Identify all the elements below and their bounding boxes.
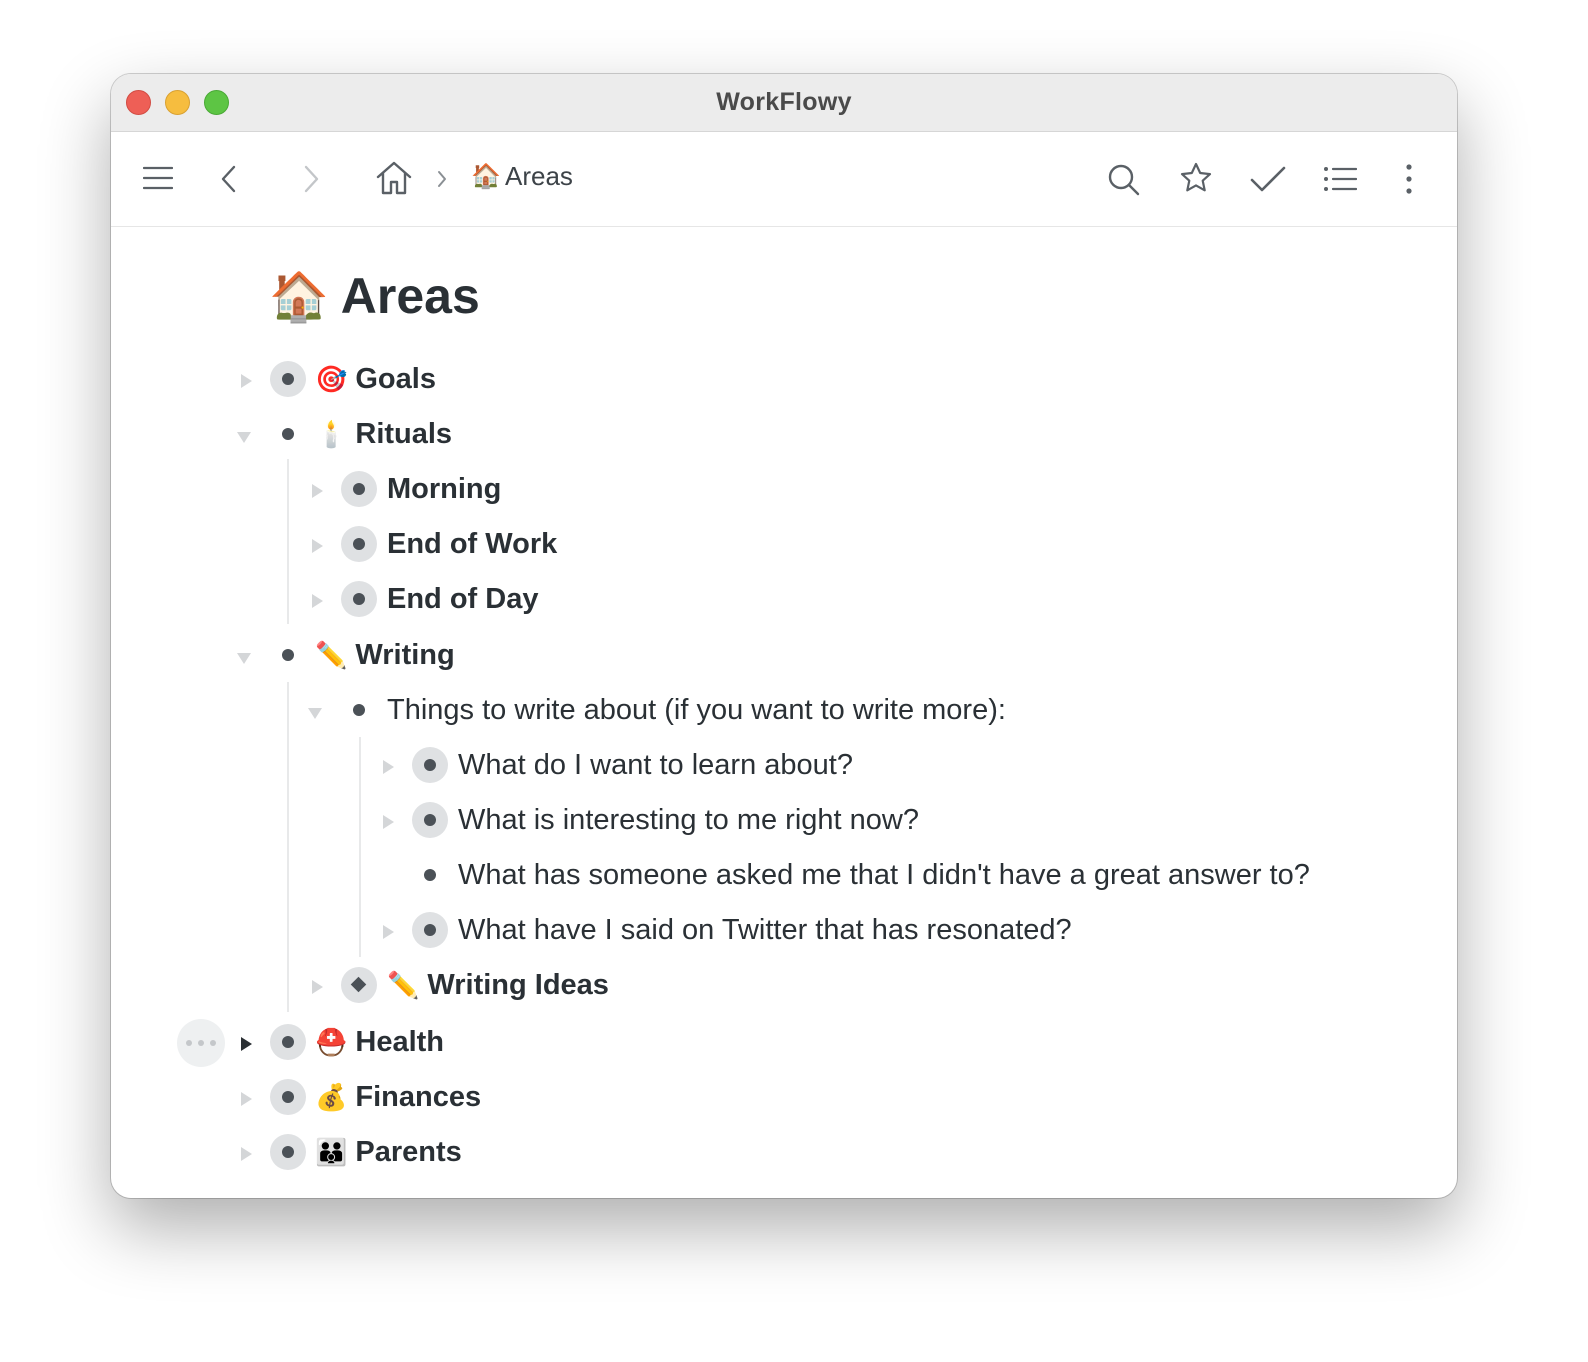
target-icon: 🎯 xyxy=(315,364,348,394)
list-view-icon[interactable] xyxy=(1323,166,1357,192)
helmet-icon: ⛑️ xyxy=(315,1027,348,1057)
list-item-goals[interactable]: 🎯 Goals xyxy=(111,357,1457,407)
back-icon[interactable] xyxy=(219,164,239,194)
diamond-bullet-icon[interactable] xyxy=(341,967,377,1003)
item-label[interactable]: End of Work xyxy=(387,526,557,562)
menu-icon[interactable] xyxy=(143,166,173,190)
home-icon[interactable] xyxy=(375,160,413,196)
page-title-text: Areas xyxy=(340,268,480,324)
breadcrumb-house-icon: 🏠 xyxy=(471,163,501,190)
list-item-morning[interactable]: Morning xyxy=(111,467,1457,517)
bullet-icon[interactable] xyxy=(412,857,448,893)
window-title: WorkFlowy xyxy=(716,88,852,116)
expand-arrow-icon[interactable] xyxy=(383,760,394,774)
list-item-finances[interactable]: 💰 Finances xyxy=(111,1075,1457,1125)
list-item-interesting-now[interactable]: What is interesting to me right now? xyxy=(111,798,1457,848)
toolbar: 🏠 Areas xyxy=(111,132,1457,227)
item-label[interactable]: ✏️ Writing Ideas xyxy=(387,967,609,1003)
house-icon: 🏠 xyxy=(269,271,329,324)
bullet-icon[interactable] xyxy=(412,747,448,783)
item-label[interactable]: 🎯 Goals xyxy=(315,361,436,397)
breadcrumb-current[interactable]: Areas xyxy=(505,161,573,192)
breadcrumb-separator-icon xyxy=(438,171,446,187)
forward-icon[interactable] xyxy=(301,164,321,194)
page-title[interactable]: 🏠 Areas xyxy=(269,267,480,325)
item-label[interactable]: 💰 Finances xyxy=(315,1079,481,1115)
list-item-writing[interactable]: ✏️ Writing xyxy=(111,633,1457,683)
item-label[interactable]: What do I want to learn about? xyxy=(458,747,853,783)
list-item-writing-ideas[interactable]: ✏️ Writing Ideas xyxy=(111,963,1457,1013)
item-label[interactable]: What is interesting to me right now? xyxy=(458,802,919,838)
search-icon[interactable] xyxy=(1107,163,1141,197)
list-item-end-of-day[interactable]: End of Day xyxy=(111,577,1457,627)
item-label[interactable]: ✏️ Writing xyxy=(315,637,455,673)
bullet-icon[interactable] xyxy=(270,1134,306,1170)
list-item-someone-asked[interactable]: What has someone asked me that I didn't … xyxy=(111,853,1457,903)
expand-arrow-icon[interactable] xyxy=(241,1092,252,1106)
expand-arrow-icon[interactable] xyxy=(383,925,394,939)
list-item-rituals[interactable]: 🕯️ Rituals xyxy=(111,412,1457,462)
bullet-icon[interactable] xyxy=(341,581,377,617)
expand-arrow-icon[interactable] xyxy=(312,484,323,498)
bullet-icon[interactable] xyxy=(412,802,448,838)
item-label[interactable]: Morning xyxy=(387,471,501,507)
expand-arrow-icon[interactable] xyxy=(241,374,252,388)
list-item-learn-about[interactable]: What do I want to learn about? xyxy=(111,743,1457,793)
item-label[interactable]: End of Day xyxy=(387,581,538,617)
bullet-icon[interactable] xyxy=(270,1024,306,1060)
list-item-parents[interactable]: 👪 Parents xyxy=(111,1130,1457,1180)
expand-arrow-icon[interactable] xyxy=(241,1147,252,1161)
item-label[interactable]: 🕯️ Rituals xyxy=(315,416,452,452)
expand-arrow-icon[interactable] xyxy=(383,815,394,829)
item-label[interactable]: Things to write about (if you want to wr… xyxy=(387,692,1006,728)
list-item-end-of-work[interactable]: End of Work xyxy=(111,522,1457,572)
bullet-icon[interactable] xyxy=(270,637,306,673)
item-label[interactable]: ⛑️ Health xyxy=(315,1024,444,1060)
item-label[interactable]: 👪 Parents xyxy=(315,1134,462,1170)
expand-arrow-icon[interactable] xyxy=(312,539,323,553)
bullet-icon[interactable] xyxy=(270,1079,306,1115)
list-item-health[interactable]: ⛑️ Health xyxy=(111,1020,1457,1070)
list-item-twitter-resonated[interactable]: What have I said on Twitter that has res… xyxy=(111,908,1457,958)
bullet-icon[interactable] xyxy=(270,416,306,452)
expand-arrow-icon[interactable] xyxy=(312,980,323,994)
bullet-icon[interactable] xyxy=(341,471,377,507)
more-options-icon[interactable] xyxy=(1405,163,1413,195)
bullet-icon[interactable] xyxy=(341,692,377,728)
candle-icon: 🕯️ xyxy=(315,419,348,449)
collapse-arrow-icon[interactable] xyxy=(308,708,322,719)
bullet-icon[interactable] xyxy=(341,526,377,562)
collapse-arrow-icon[interactable] xyxy=(237,432,251,443)
checkmark-icon[interactable] xyxy=(1249,165,1287,193)
bullet-icon[interactable] xyxy=(270,361,306,397)
list-item-things-to-write[interactable]: Things to write about (if you want to wr… xyxy=(111,688,1457,738)
app-window: WorkFlowy 🏠 Areas 🏠 Areas 🎯 Goals 🕯️ Rit… xyxy=(111,74,1457,1198)
title-bar: WorkFlowy xyxy=(111,74,1457,132)
bullet-icon[interactable] xyxy=(412,912,448,948)
item-label[interactable]: What has someone asked me that I didn't … xyxy=(458,857,1310,893)
collapse-arrow-icon[interactable] xyxy=(237,653,251,664)
item-label[interactable]: What have I said on Twitter that has res… xyxy=(458,912,1072,948)
expand-arrow-icon[interactable] xyxy=(241,1037,252,1051)
outline-content: 🏠Areas 🎯Goals 🕯️Rituals Morning End o xyxy=(111,227,1457,1198)
pencil-icon: ✏️ xyxy=(315,640,348,670)
family-icon: 👪 xyxy=(315,1137,348,1167)
expand-arrow-icon[interactable] xyxy=(312,594,323,608)
pencil-icon: ✏️ xyxy=(387,970,420,1000)
money-bag-icon: 💰 xyxy=(315,1082,348,1112)
star-icon[interactable] xyxy=(1179,161,1213,195)
